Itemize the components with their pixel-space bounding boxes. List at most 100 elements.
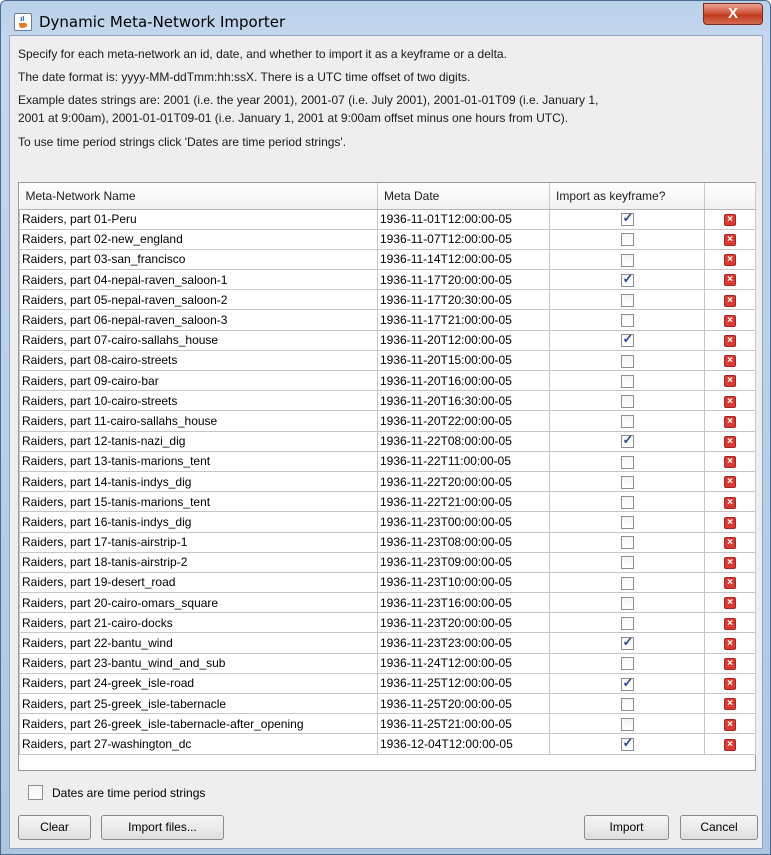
import-button[interactable]: Import — [584, 815, 669, 840]
table-row[interactable]: Raiders, part 08-cairo-streets 1936-11-20… — [19, 349, 756, 372]
row-date-cell[interactable]: 1936-11-17T20:30:00-05 — [377, 289, 550, 311]
table-row[interactable]: Raiders, part 15-tanis-marions_tent 1936-… — [19, 491, 756, 513]
delete-row-icon[interactable]: × — [724, 557, 736, 570]
keyframe-checkbox[interactable] — [620, 432, 634, 449]
keyframe-checkbox[interactable] — [620, 394, 634, 408]
row-name-cell[interactable]: Raiders, part 23-bantu_wind_and_sub — [19, 652, 378, 674]
row-name-cell[interactable]: Raiders, part 13-tanis-marions_tent — [19, 450, 378, 472]
table-row[interactable]: Raiders, part 05-nepal-raven_saloon-2 193… — [19, 289, 756, 311]
column-header-delete[interactable] — [704, 183, 756, 210]
delete-row-icon[interactable]: × — [724, 718, 736, 731]
table-row[interactable]: Raiders, part 24-greek_isle-road 1936-11-… — [19, 672, 756, 695]
row-name-cell[interactable]: Raiders, part 18-tanis-airstrip-2 — [19, 551, 378, 573]
delete-row-icon[interactable]: × — [724, 637, 736, 650]
table-row[interactable]: Raiders, part 21-cairo-docks 1936-11-23T2… — [19, 612, 756, 634]
row-date-cell[interactable]: 1936-11-23T08:00:00-05 — [377, 531, 550, 553]
row-date-cell[interactable]: 1936-11-20T16:00:00-05 — [377, 369, 550, 392]
delete-row-icon[interactable]: × — [724, 294, 736, 307]
row-name-cell[interactable]: Raiders, part 17-tanis-airstrip-1 — [19, 531, 378, 553]
row-name-cell[interactable]: Raiders, part 16-tanis-indys_dig — [19, 511, 378, 533]
row-name-cell[interactable]: Raiders, part 20-cairo-omars_square — [19, 592, 378, 614]
delete-row-icon[interactable]: × — [724, 577, 736, 590]
row-name-cell[interactable]: Raiders, part 12-tanis-nazi_dig — [19, 430, 378, 452]
keyframe-checkbox[interactable] — [620, 697, 634, 711]
row-name-cell[interactable]: Raiders, part 25-greek_isle-tabernacle — [19, 692, 378, 715]
keyframe-checkbox[interactable] — [620, 556, 634, 570]
table-row[interactable]: Raiders, part 26-greek_isle-tabernacle-a… — [19, 713, 756, 735]
cancel-button[interactable]: Cancel — [680, 815, 758, 840]
keyframe-checkbox[interactable] — [620, 233, 634, 247]
delete-row-icon[interactable]: × — [724, 658, 736, 671]
row-date-cell[interactable]: 1936-11-23T16:00:00-05 — [377, 592, 550, 614]
delete-row-icon[interactable]: × — [724, 254, 736, 267]
row-name-cell[interactable]: Raiders, part 11-cairo-sallahs_house — [19, 410, 378, 432]
row-date-cell[interactable]: 1936-11-17T20:00:00-05 — [377, 269, 550, 291]
table-row[interactable]: Raiders, part 01-Peru 1936-11-01T12:00:00… — [19, 208, 756, 230]
keyframe-checkbox[interactable] — [620, 415, 634, 429]
keyframe-checkbox[interactable] — [620, 374, 634, 388]
table-row[interactable]: Raiders, part 19-desert_road 1936-11-23T1… — [19, 571, 756, 594]
delete-row-icon[interactable]: × — [724, 617, 736, 630]
table-row[interactable]: Raiders, part 02-new_england 1936-11-07T1… — [19, 228, 756, 250]
delete-row-icon[interactable]: × — [724, 435, 736, 448]
delete-row-icon[interactable]: × — [724, 395, 736, 408]
table-row[interactable]: Raiders, part 03-san_francisco 1936-11-14… — [19, 248, 756, 271]
row-date-cell[interactable]: 1936-11-23T10:00:00-05 — [377, 571, 550, 594]
row-name-cell[interactable]: Raiders, part 03-san_francisco — [19, 248, 378, 271]
table-row[interactable]: Raiders, part 10-cairo-streets 1936-11-20… — [19, 390, 756, 412]
table-row[interactable]: Raiders, part 06-nepal-raven_saloon-3 193… — [19, 309, 756, 331]
row-name-cell[interactable]: Raiders, part 06-nepal-raven_saloon-3 — [19, 309, 378, 331]
row-date-cell[interactable]: 1936-11-24T12:00:00-05 — [377, 652, 550, 674]
delete-row-icon[interactable]: × — [724, 456, 736, 469]
row-name-cell[interactable]: Raiders, part 22-bantu_wind — [19, 632, 378, 654]
row-date-cell[interactable]: 1936-11-23T20:00:00-05 — [377, 612, 550, 634]
column-header-keyframe[interactable]: Import as keyframe? — [549, 183, 705, 210]
row-date-cell[interactable]: 1936-11-14T12:00:00-05 — [377, 248, 550, 271]
row-name-cell[interactable]: Raiders, part 19-desert_road — [19, 571, 378, 594]
keyframe-checkbox[interactable] — [620, 617, 634, 630]
table-row[interactable]: Raiders, part 04-nepal-raven_saloon-1 193… — [19, 269, 756, 291]
delete-row-icon[interactable]: × — [724, 415, 736, 428]
table-row[interactable]: Raiders, part 18-tanis-airstrip-2 1936-11… — [19, 551, 756, 573]
table-row[interactable]: Raiders, part 11-cairo-sallahs_house 1936… — [19, 410, 756, 432]
delete-row-icon[interactable]: × — [724, 738, 736, 751]
row-name-cell[interactable]: Raiders, part 14-tanis-indys_dig — [19, 470, 378, 493]
row-date-cell[interactable]: 1936-11-20T16:30:00-05 — [377, 390, 550, 412]
delete-row-icon[interactable]: × — [724, 274, 736, 287]
delete-row-icon[interactable]: × — [724, 476, 736, 489]
delete-row-icon[interactable]: × — [724, 536, 736, 549]
keyframe-checkbox[interactable] — [620, 253, 634, 267]
keyframe-checkbox[interactable] — [620, 675, 634, 691]
delete-row-icon[interactable]: × — [724, 698, 736, 711]
delete-row-icon[interactable]: × — [724, 213, 736, 226]
table-row[interactable]: Raiders, part 20-cairo-omars_square 1936-… — [19, 592, 756, 614]
column-header-date[interactable]: Meta Date — [377, 183, 550, 210]
import-files-button[interactable]: Import files... — [101, 815, 224, 840]
row-name-cell[interactable]: Raiders, part 26-greek_isle-tabernacle-a… — [19, 713, 378, 735]
keyframe-checkbox[interactable] — [620, 717, 634, 731]
keyframe-checkbox[interactable] — [620, 455, 634, 469]
row-name-cell[interactable]: Raiders, part 09-cairo-bar — [19, 369, 378, 392]
time-period-label[interactable]: Dates are time period strings — [52, 786, 205, 800]
keyframe-checkbox[interactable] — [620, 314, 634, 328]
row-date-cell[interactable]: 1936-11-22T21:00:00-05 — [377, 491, 550, 513]
table-row[interactable]: Raiders, part 13-tanis-marions_tent 1936-… — [19, 450, 756, 472]
delete-row-icon[interactable]: × — [724, 678, 736, 691]
row-date-cell[interactable]: 1936-11-17T21:00:00-05 — [377, 309, 550, 331]
keyframe-checkbox[interactable] — [620, 475, 634, 489]
delete-row-icon[interactable]: × — [724, 335, 736, 348]
keyframe-checkbox[interactable] — [620, 331, 634, 348]
row-date-cell[interactable]: 1936-11-01T12:00:00-05 — [377, 208, 550, 230]
keyframe-checkbox[interactable] — [620, 536, 634, 550]
row-name-cell[interactable]: Raiders, part 08-cairo-streets — [19, 349, 378, 372]
row-date-cell[interactable]: 1936-11-20T15:00:00-05 — [377, 349, 550, 372]
table-row[interactable]: Raiders, part 22-bantu_wind 1936-11-23T23… — [19, 632, 756, 654]
table-row[interactable]: Raiders, part 12-tanis-nazi_dig 1936-11-2… — [19, 430, 756, 452]
row-date-cell[interactable]: 1936-11-20T22:00:00-05 — [377, 410, 550, 432]
keyframe-checkbox[interactable] — [620, 271, 634, 287]
table-row[interactable]: Raiders, part 14-tanis-indys_dig 1936-11-… — [19, 470, 756, 493]
delete-row-icon[interactable]: × — [724, 234, 736, 247]
delete-row-icon[interactable]: × — [724, 597, 736, 610]
row-name-cell[interactable]: Raiders, part 07-cairo-sallahs_house — [19, 329, 378, 351]
delete-row-icon[interactable]: × — [724, 355, 736, 368]
